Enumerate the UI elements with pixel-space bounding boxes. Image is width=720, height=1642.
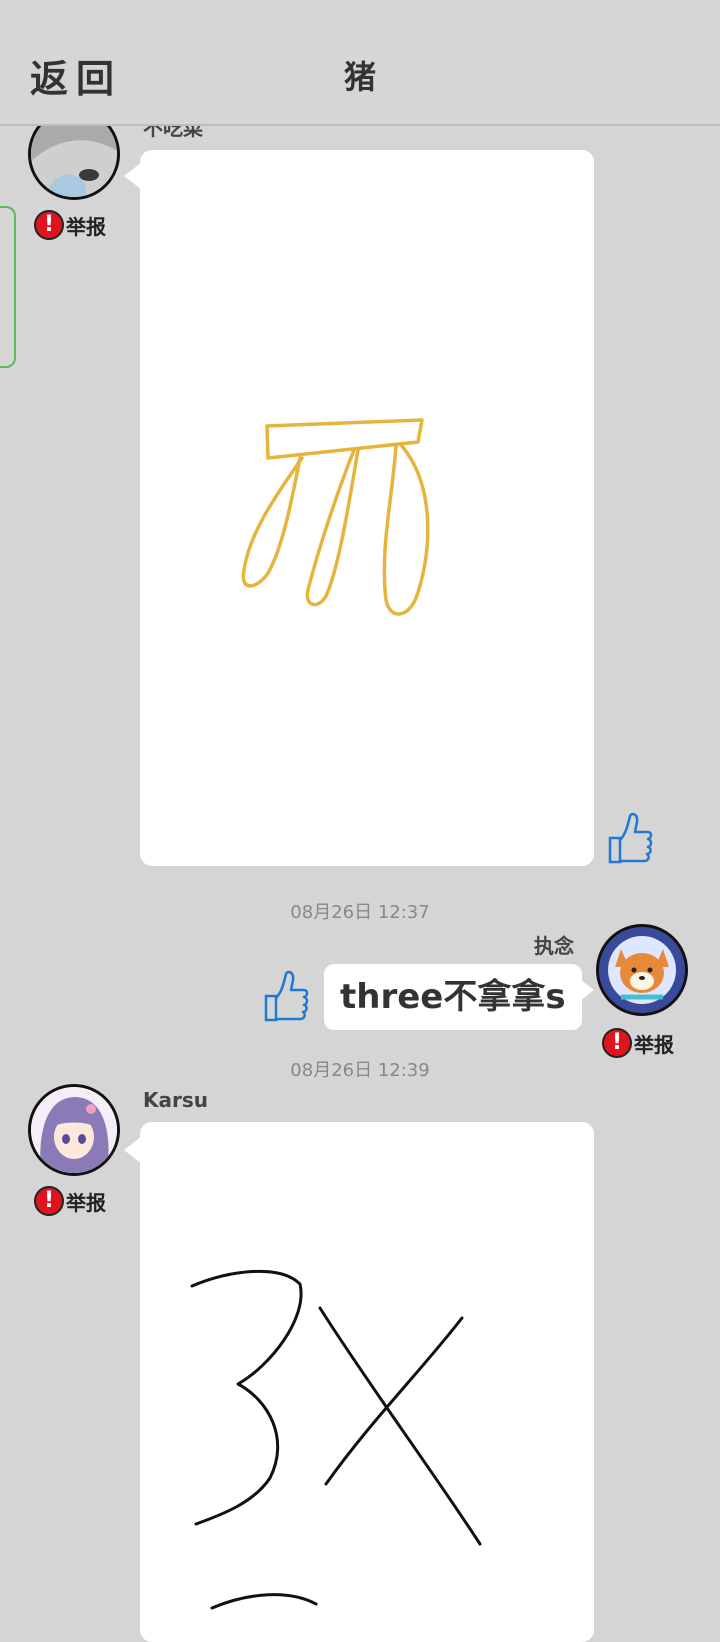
yellow-claw-drawing	[241, 418, 430, 616]
report-label: 举报	[66, 1190, 106, 1215]
chat-title: 猪	[343, 58, 376, 96]
message-username: 执念	[534, 934, 574, 958]
message-timestamp: 08月26日 12:37	[290, 902, 430, 923]
drawing-card[interactable]	[140, 1122, 594, 1642]
report-label: 举报	[634, 1032, 674, 1057]
avatar[interactable]	[596, 924, 688, 1016]
avatar[interactable]	[28, 1084, 120, 1176]
text-message-bubble[interactable]: three不拿拿s	[324, 964, 582, 1030]
report-label: 举报	[66, 214, 106, 239]
thumbs-up-icon[interactable]	[262, 968, 310, 1028]
black-3x-drawing	[190, 1269, 482, 1610]
message-username: Karsu	[143, 1088, 208, 1112]
exclamation-badge-icon: !	[602, 1028, 632, 1058]
exclamation-badge-icon: !	[34, 210, 64, 240]
report-button[interactable]: ! 举报	[34, 1186, 106, 1216]
bubble-tail	[576, 976, 594, 1004]
top-bar: 返回 猪	[0, 0, 720, 126]
report-button[interactable]: ! 举报	[34, 210, 106, 240]
report-button[interactable]: ! 举报	[602, 1028, 674, 1058]
exclamation-badge-icon: !	[34, 1186, 64, 1216]
drawing-card[interactable]	[140, 150, 594, 866]
side-drawer-tab[interactable]	[0, 206, 16, 368]
message-timestamp: 08月26日 12:39	[290, 1060, 430, 1081]
thumbs-up-icon[interactable]	[606, 810, 654, 870]
